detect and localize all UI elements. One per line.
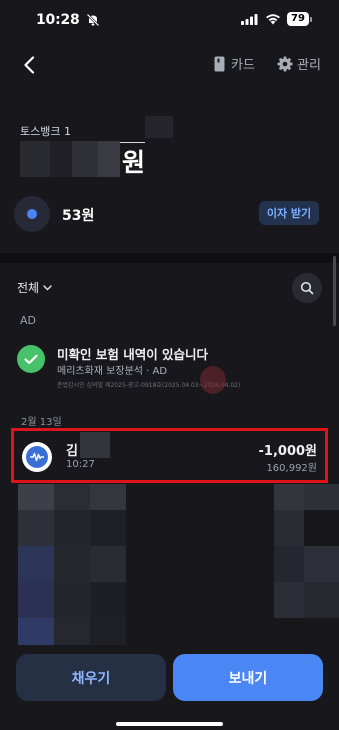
transaction-icon-inner (26, 446, 48, 468)
card-icon (214, 56, 225, 71)
transaction-name: 김 (66, 444, 78, 459)
savings-row: 53원 이자 받기 (0, 196, 339, 236)
account-name[interactable]: 토스뱅크 1 (20, 123, 145, 143)
home-indicator (116, 722, 223, 726)
filter-dropdown[interactable]: 전체 (17, 279, 52, 296)
transaction-time: 10:27 (66, 459, 95, 470)
battery-tip (310, 17, 312, 22)
ad-title: 미확인 보험 내역이 있습니다 (57, 347, 209, 362)
manage-button[interactable]: 관리 (277, 54, 321, 73)
filter-row: 전체 (0, 272, 339, 306)
balance-unit: 원 (122, 148, 146, 177)
transaction-icon (22, 442, 52, 472)
transaction-balance: 160,992원 (266, 463, 317, 474)
interest-button[interactable]: 이자 받기 (259, 201, 319, 225)
redacted-balance (20, 141, 120, 177)
ad-subtitle: 메리츠화재 보장분석 · AD (57, 366, 168, 377)
chevron-down-icon (43, 284, 52, 290)
account-header: 토스뱅크 1 원 (0, 116, 339, 186)
redacted-account-number (145, 116, 173, 138)
card-label: 카드 (231, 58, 255, 73)
redacted-name (80, 432, 110, 458)
check-circle (17, 345, 45, 373)
back-button[interactable] (14, 50, 44, 80)
send-button[interactable]: 보내기 (173, 654, 323, 701)
back-arrow-icon (24, 56, 35, 74)
charge-button[interactable]: 채우기 (16, 654, 166, 701)
card-button[interactable]: 카드 (214, 54, 255, 73)
transaction-date: 2월 13일 (21, 417, 62, 428)
signal-icon (241, 14, 258, 25)
ad-section-label: AD (20, 314, 36, 327)
search-icon (300, 281, 314, 295)
transaction-row[interactable]: 김 10:27 -1,000원 160,992원 (11, 428, 328, 483)
savings-dot (27, 209, 37, 219)
status-bar: 10:28 79 (0, 0, 339, 40)
bottom-action-bar: 채우기 보내기 (0, 645, 339, 730)
redacted-transactions (18, 484, 339, 646)
battery-indicator: 79 (287, 12, 309, 26)
savings-icon (14, 196, 50, 232)
bell-off-icon (86, 13, 100, 27)
top-nav: 카드 관리 (0, 46, 339, 82)
ad-stamp (200, 366, 226, 394)
gear-icon (277, 56, 293, 71)
savings-amount: 53원 (62, 208, 95, 224)
manage-label: 관리 (297, 58, 321, 73)
ad-item[interactable]: 미확인 보험 내역이 있습니다 메리츠화재 보장분석 · AD 준법감시인 심의… (0, 340, 339, 395)
status-time: 10:28 (36, 12, 80, 28)
waveform-icon (30, 452, 44, 462)
filter-label: 전체 (17, 281, 40, 295)
search-button[interactable] (292, 273, 322, 303)
check-icon (24, 354, 38, 364)
section-divider (0, 253, 339, 263)
transaction-amount: -1,000원 (258, 444, 317, 459)
wifi-icon (266, 14, 280, 25)
